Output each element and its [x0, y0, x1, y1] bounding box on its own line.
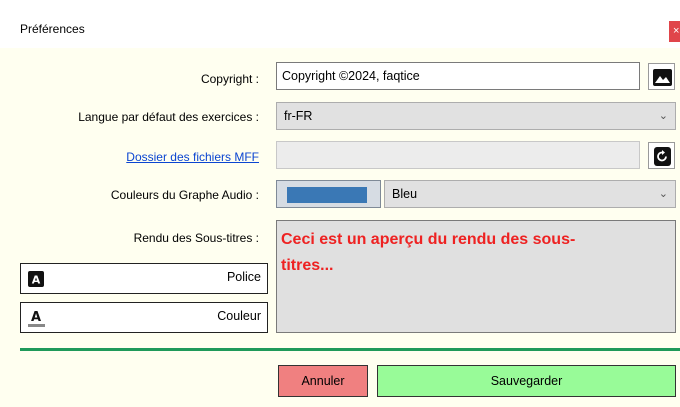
- audio-graph-label: Couleurs du Graphe Audio :: [110, 188, 259, 202]
- language-select[interactable]: fr-FR ⌄: [276, 102, 676, 130]
- color-button[interactable]: A Couleur: [20, 302, 268, 333]
- close-button[interactable]: ×: [669, 21, 680, 42]
- audio-color-value: Bleu: [392, 187, 418, 201]
- mff-folder-browse-button[interactable]: [648, 142, 675, 169]
- subtitles-label: Rendu des Sous-titres :: [133, 231, 259, 245]
- copyright-input[interactable]: Copyright ©2024, faqtice: [276, 62, 640, 90]
- svg-text:A: A: [31, 310, 41, 325]
- image-picker-button[interactable]: [648, 63, 675, 90]
- font-button[interactable]: A Police: [20, 263, 268, 294]
- language-label: Langue par défaut des exercices :: [78, 110, 259, 124]
- text-color-icon: A: [28, 310, 45, 327]
- refresh-icon: [654, 147, 671, 166]
- audio-color-swatch[interactable]: [276, 180, 381, 208]
- svg-text:A: A: [32, 274, 41, 287]
- divider: [20, 348, 680, 351]
- chevron-down-icon: ⌄: [658, 110, 668, 122]
- mff-folder-link[interactable]: Dossier des fichiers MFF: [126, 150, 259, 164]
- cancel-button[interactable]: Annuler: [278, 365, 368, 397]
- color-button-label: Couleur: [217, 309, 261, 323]
- font-icon: A: [28, 271, 44, 287]
- title-bar: Préférences ×: [0, 0, 680, 48]
- save-button[interactable]: Sauvegarder: [377, 365, 676, 397]
- preview-line-1: Ceci est un aperçu du rendu des sous-: [281, 231, 576, 248]
- subtitles-preview: Ceci est un aperçu du rendu des sous- ti…: [276, 220, 676, 333]
- language-value: fr-FR: [284, 109, 313, 123]
- mff-folder-input[interactable]: [276, 141, 640, 169]
- chevron-down-icon: ⌄: [658, 188, 668, 200]
- audio-color-select[interactable]: Bleu ⌄: [384, 180, 676, 208]
- image-icon: [653, 69, 672, 86]
- preview-line-2: titres...: [281, 257, 334, 274]
- font-button-label: Police: [226, 270, 261, 284]
- copyright-label: Copyright :: [200, 72, 259, 86]
- window-title: Préférences: [20, 22, 85, 36]
- audio-color-fill: [287, 187, 367, 203]
